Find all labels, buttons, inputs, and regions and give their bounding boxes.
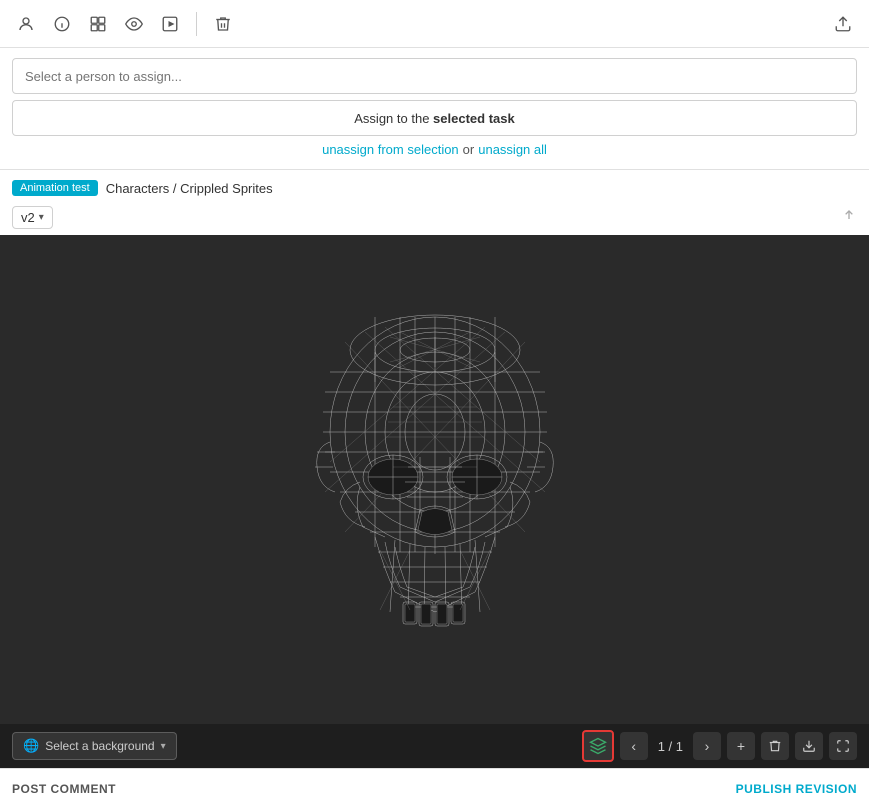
eye-icon[interactable] bbox=[120, 10, 148, 38]
publish-revision-button[interactable]: PUBLISH REVISION bbox=[736, 782, 857, 796]
toolbar-divider bbox=[196, 12, 197, 36]
task-header: Animation test Characters / Crippled Spr… bbox=[0, 169, 869, 202]
version-select[interactable]: v2 ▾ bbox=[12, 206, 53, 229]
bg-select-label: Select a background bbox=[45, 739, 154, 753]
wireframe-toggle-button[interactable] bbox=[582, 730, 614, 762]
version-label: v2 bbox=[21, 210, 35, 225]
upload-icon[interactable] bbox=[829, 10, 857, 38]
person-assign-input[interactable] bbox=[12, 58, 857, 94]
add-icon: + bbox=[737, 738, 745, 754]
info-circle-icon[interactable] bbox=[48, 10, 76, 38]
add-button[interactable]: + bbox=[727, 732, 755, 760]
globe-icon: 🌐 bbox=[23, 738, 39, 754]
task-tag: Animation test bbox=[12, 180, 98, 196]
skull-wireframe-svg: .wire { fill: none; stroke: #c8c8c8; str… bbox=[245, 292, 625, 712]
wireframe-btn-container: Enable/Disable wireframe rendering bbox=[582, 730, 614, 762]
unassign-selection-link[interactable]: unassign from selection bbox=[322, 142, 459, 157]
page-info: 1 / 1 bbox=[654, 739, 687, 754]
task-breadcrumb: Characters / Crippled Sprites bbox=[106, 181, 273, 196]
trash-icon[interactable] bbox=[209, 10, 237, 38]
unassign-all-link[interactable]: unassign all bbox=[478, 142, 547, 157]
chevron-down-icon: ▾ bbox=[39, 212, 44, 223]
layers-icon[interactable] bbox=[84, 10, 112, 38]
version-row: v2 ▾ bbox=[0, 202, 869, 235]
person-icon[interactable] bbox=[12, 10, 40, 38]
top-toolbar bbox=[0, 0, 869, 48]
download-button[interactable] bbox=[795, 732, 823, 760]
assign-btn-text-bold: selected task bbox=[433, 111, 515, 126]
next-icon: › bbox=[705, 738, 710, 754]
skull-viewer: .wire { fill: none; stroke: #c8c8c8; str… bbox=[0, 235, 869, 768]
chevron-down-icon: ▾ bbox=[161, 741, 166, 752]
play-icon[interactable] bbox=[156, 10, 184, 38]
assign-section: Assign to the selected task unassign fro… bbox=[0, 48, 869, 169]
delete-button[interactable] bbox=[761, 732, 789, 760]
viewer-controls: 🌐 Select a background ▾ Enable/Disable w… bbox=[0, 724, 869, 768]
next-button[interactable]: › bbox=[693, 732, 721, 760]
or-separator: or bbox=[463, 142, 475, 157]
post-comment-button[interactable]: POST COMMENT bbox=[12, 782, 116, 796]
viewer-area: .wire { fill: none; stroke: #c8c8c8; str… bbox=[0, 235, 869, 768]
fullscreen-button[interactable] bbox=[829, 732, 857, 760]
prev-icon: ‹ bbox=[631, 738, 636, 754]
assign-task-button[interactable]: Assign to the selected task bbox=[12, 100, 857, 136]
bottom-footer: POST COMMENT PUBLISH REVISION bbox=[0, 768, 869, 808]
go-up-button[interactable] bbox=[841, 207, 857, 228]
prev-button[interactable]: ‹ bbox=[620, 732, 648, 760]
background-select-button[interactable]: 🌐 Select a background ▾ bbox=[12, 732, 177, 760]
unassign-row: unassign from selection or unassign all bbox=[12, 142, 857, 165]
assign-btn-text-prefix: Assign to the bbox=[354, 111, 429, 126]
